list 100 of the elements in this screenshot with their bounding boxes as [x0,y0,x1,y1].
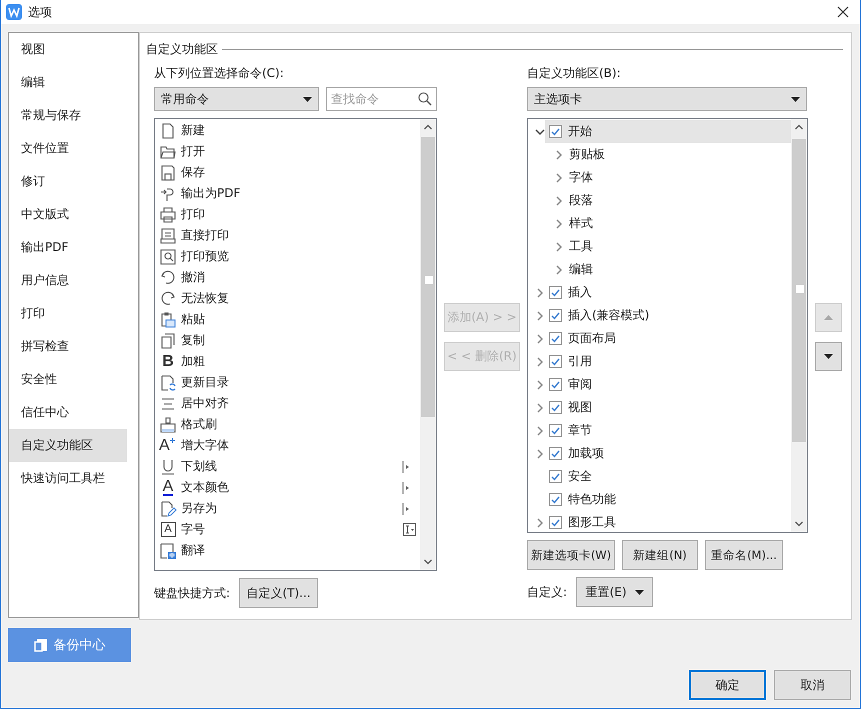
expand-chevron-icon[interactable] [535,518,545,528]
sidebar-item[interactable]: 打印 [9,297,127,330]
tabs-dropdown[interactable]: 主选项卡 [527,87,807,111]
checkbox[interactable] [549,355,562,368]
expand-chevron-icon[interactable] [535,288,545,298]
sidebar-item[interactable]: 自定义功能区 [9,429,127,462]
sidebar-item[interactable]: 信任中心 [9,396,127,429]
checkbox[interactable] [549,493,562,506]
source-dropdown[interactable]: 常用命令 [154,87,319,111]
checkbox[interactable] [549,125,562,138]
expand-chevron-icon[interactable] [554,172,564,182]
tab-item[interactable]: 审阅 [568,376,592,393]
expand-chevron-icon[interactable] [554,218,564,228]
checkbox[interactable] [549,286,562,299]
sidebar-item[interactable]: 安全性 [9,363,127,396]
close-icon[interactable] [836,5,850,19]
sidebar-item[interactable]: 编辑 [9,66,127,99]
command-item[interactable]: 复制 [181,332,420,349]
command-item[interactable]: 新建 [181,122,420,139]
expand-chevron-icon[interactable] [535,448,545,458]
command-item[interactable]: 加粗 [181,353,420,370]
checkbox[interactable] [549,332,562,345]
customize-shortcut-button[interactable]: 自定义(T)... [239,578,318,608]
command-item[interactable]: 增大字体 [181,437,420,454]
rename-button[interactable]: 重命名(M)... [705,540,783,570]
command-item[interactable]: 下划线 [181,458,402,475]
expand-chevron-icon[interactable] [554,150,564,160]
sidebar-item[interactable]: 修订 [9,165,127,198]
command-item[interactable]: 输出为PDF [181,185,420,202]
ok-button[interactable]: 确定 [689,670,766,700]
command-item[interactable]: 保存 [181,164,420,181]
combo-field-icon [403,523,416,536]
scrollbar-thumb[interactable] [421,137,435,417]
sidebar-item[interactable]: 输出PDF [9,231,127,264]
submenu-arrow-icon [402,502,410,514]
tab-item[interactable]: 图形工具 [568,514,616,531]
reset-button[interactable]: 重置(E) [576,577,654,607]
tab-item[interactable]: 开始 [568,123,592,140]
sidebar-item[interactable]: 常规与保存 [9,99,127,132]
tab-item[interactable]: 特色功能 [568,491,616,508]
group-item[interactable]: 样式 [569,215,593,232]
group-item[interactable]: 段落 [569,192,593,209]
expand-chevron-icon[interactable] [554,196,564,206]
new-tab-button[interactable]: 新建选项卡(W) [527,540,615,570]
expand-chevron-icon[interactable] [535,334,545,344]
command-item[interactable]: 更新目录 [181,374,420,391]
tab-item[interactable]: 加载项 [568,445,604,462]
scrollbar-thumb[interactable] [792,139,806,442]
checkbox[interactable] [549,470,562,483]
tab-item[interactable]: 引用 [568,353,592,370]
checkbox[interactable] [549,516,562,529]
command-item[interactable]: 格式刷 [181,416,420,433]
submenu-arrow-icon [402,460,410,472]
dropdown-value: 常用命令 [161,90,209,108]
sidebar-item[interactable]: 文件位置 [9,132,127,165]
checkbox[interactable] [549,378,562,391]
expand-chevron-icon[interactable] [535,402,545,412]
sidebar-item[interactable]: 快速访问工具栏 [9,462,127,495]
sidebar-item[interactable]: 中文版式 [9,198,127,231]
command-item[interactable]: 翻译 [181,542,420,559]
command-item[interactable]: 打印预览 [181,248,420,265]
cancel-button[interactable]: 取消 [774,670,851,700]
expand-chevron-icon[interactable] [535,356,545,366]
sidebar-item[interactable]: 用户信息 [9,264,127,297]
command-item[interactable]: 直接打印 [181,227,420,244]
group-item[interactable]: 剪贴板 [569,146,605,163]
command-item[interactable]: 另存为 [181,500,402,517]
checkbox[interactable] [549,309,562,322]
tab-item[interactable]: 视图 [568,399,592,416]
expand-chevron-icon[interactable] [535,380,545,390]
group-item[interactable]: 编辑 [569,261,593,278]
command-item[interactable]: 文本颜色 [181,479,402,496]
sidebar-item[interactable]: 拼写检查 [9,330,127,363]
tab-item[interactable]: 页面布局 [568,330,616,347]
search-field[interactable]: 查找命令 [326,87,437,111]
group-item[interactable]: 字体 [569,169,593,186]
tab-item[interactable]: 插入 [568,284,592,301]
sidebar-item[interactable]: 视图 [9,33,127,66]
customize-label: 自定义: [527,584,568,600]
expand-chevron-icon[interactable] [554,264,564,274]
checkbox[interactable] [549,424,562,437]
command-item[interactable]: 字号 [181,521,403,538]
command-item[interactable]: 粘贴 [181,311,420,328]
tab-item[interactable]: 章节 [568,422,592,439]
command-item[interactable]: 无法恢复 [181,290,420,307]
command-item[interactable]: 打印 [181,206,420,223]
collapse-chevron-icon[interactable] [535,126,545,136]
command-item[interactable]: 撤消 [181,269,420,286]
tab-item[interactable]: 安全 [568,468,592,485]
expand-chevron-icon[interactable] [535,426,545,436]
checkbox[interactable] [549,447,562,460]
command-item[interactable]: 打开 [181,143,420,160]
tab-item[interactable]: 插入(兼容模式) [568,307,650,324]
command-item[interactable]: 居中对齐 [181,395,420,412]
expand-chevron-icon[interactable] [554,242,564,252]
expand-chevron-icon[interactable] [535,310,545,320]
group-item[interactable]: 工具 [569,238,593,255]
move-down-button[interactable] [815,342,842,371]
checkbox[interactable] [549,401,562,414]
new-group-button[interactable]: 新建组(N) [622,540,698,570]
